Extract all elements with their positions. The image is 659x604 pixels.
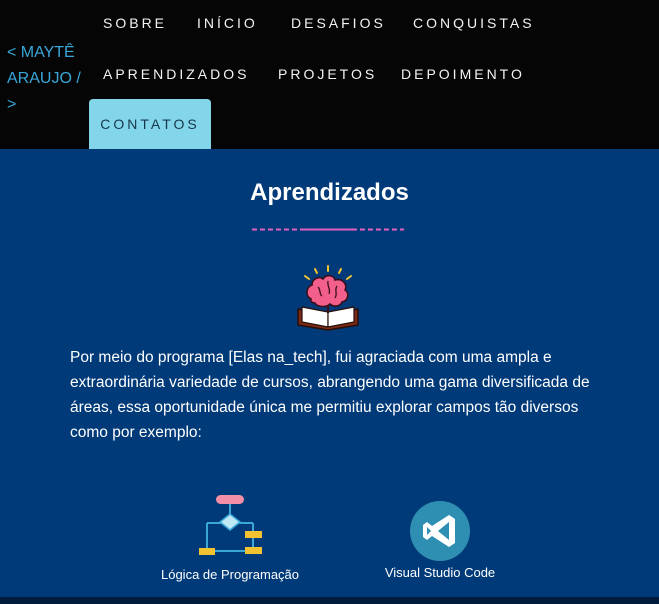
- nav-sobre[interactable]: SOBRE: [103, 15, 167, 31]
- top-navbar: < MAYTÊ ARAUJO / > SOBRE INÍCIO DESAFIOS…: [0, 0, 659, 149]
- brand-link[interactable]: < MAYTÊ ARAUJO / >: [7, 40, 87, 118]
- brain-book-icon: [297, 265, 359, 331]
- card-label: Lógica de Programação: [160, 567, 300, 582]
- intro-paragraph: Por meio do programa [Elas na_tech], fui…: [70, 349, 590, 441]
- section-title: Aprendizados: [250, 179, 409, 206]
- nav-desafios[interactable]: DESAFIOS: [291, 15, 386, 31]
- nav-inicio[interactable]: INÍCIO: [197, 15, 258, 31]
- nav-projetos[interactable]: PROJETOS: [278, 66, 377, 82]
- card-label: Visual Studio Code: [384, 565, 496, 580]
- bottom-strip: [0, 597, 659, 604]
- nav-depoimento[interactable]: DEPOIMENTO: [401, 66, 525, 82]
- card-visual-studio-code: Visual Studio Code: [370, 500, 510, 580]
- flowchart-icon: [199, 495, 262, 555]
- nav-aprendizados[interactable]: APRENDIZADOS: [103, 66, 249, 82]
- card-logica-programacao: Lógica de Programação: [150, 494, 310, 582]
- title-divider: [252, 228, 404, 231]
- vscode-icon: [410, 501, 470, 561]
- nav-conquistas[interactable]: CONQUISTAS: [413, 15, 535, 31]
- nav-contatos[interactable]: CONTATOS: [89, 99, 211, 149]
